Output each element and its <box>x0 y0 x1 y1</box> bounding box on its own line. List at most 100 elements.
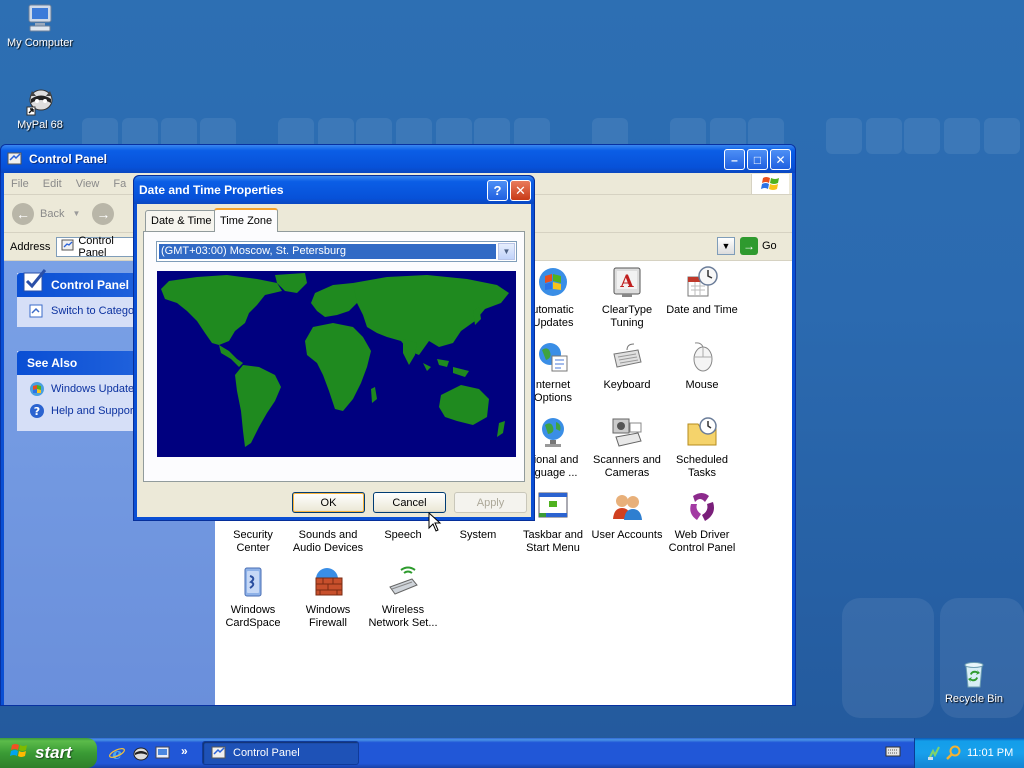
task-header-label: Control Panel <box>51 278 130 292</box>
cp-item-label: User Accounts <box>591 529 663 541</box>
menu-file[interactable]: File <box>4 178 36 190</box>
firewall-icon <box>311 565 345 599</box>
tab-time-zone[interactable]: Time Zone <box>214 208 279 232</box>
cp-item-label: Sounds and Audio Devices <box>292 529 364 554</box>
cp-item-scanners[interactable]: Scanners and Cameras <box>589 415 665 480</box>
taskbar: start e » Control Panel 11:01 PM <box>0 738 1024 768</box>
quicklaunch-more[interactable]: » <box>181 744 188 758</box>
cp-item-label: Web Driver Control Panel <box>668 529 736 554</box>
mouse-cursor-icon <box>428 511 442 535</box>
windows-flag-icon <box>10 742 30 765</box>
web-driver-icon <box>685 490 719 524</box>
cp-item-label: Security Center <box>233 529 273 554</box>
keyboard-tray-icon[interactable] <box>885 744 901 758</box>
time-zone-value: (GMT+03:00) Moscow, St. Petersburg <box>159 244 496 259</box>
user-accounts-icon <box>610 490 644 524</box>
recycle-bin-icon <box>958 658 990 690</box>
time-zone-select[interactable]: (GMT+03:00) Moscow, St. Petersburg ▼ <box>156 241 517 262</box>
cp-item-date-time[interactable]: Date and Time <box>664 265 740 317</box>
date-time-icon <box>685 265 719 299</box>
cp-item-web-driver[interactable]: Web Driver Control Panel <box>664 490 740 555</box>
minimize-button[interactable]: – <box>724 149 745 170</box>
menu-view[interactable]: View <box>69 178 107 190</box>
back-dropdown-icon[interactable]: ▼ <box>72 209 80 218</box>
cp-item-label: Windows Firewall <box>305 604 351 629</box>
cp-item-mouse[interactable]: Mouse <box>664 340 740 392</box>
go-button[interactable]: → Go <box>740 237 777 255</box>
chevron-down-icon[interactable]: ▼ <box>498 243 515 260</box>
address-input[interactable]: Control Panel <box>56 235 137 259</box>
taskbar-button-control-panel[interactable]: Control Panel <box>202 741 359 765</box>
date-time-properties-dialog: Date and Time Properties ? ✕ Date & Time… <box>133 175 535 521</box>
back-arrow-icon[interactable]: ← <box>12 202 34 225</box>
forward-arrow-icon[interactable]: → <box>92 202 115 225</box>
cp-item-cleartype[interactable]: A ClearType Tuning <box>589 265 665 330</box>
wireless-icon <box>386 565 420 599</box>
switch-view-label: Switch to Catego <box>51 305 135 317</box>
cp-item-label: Wireless Network Set... <box>368 604 438 629</box>
apply-button[interactable]: Apply <box>454 492 527 513</box>
cp-item-keyboard[interactable]: Keyboard <box>589 340 665 392</box>
start-label: start <box>35 743 72 762</box>
system-tray: 11:01 PM <box>914 738 1024 768</box>
control-panel-titlebar[interactable]: Control Panel – □ ✕ <box>1 145 795 173</box>
windows-flag-icon <box>751 174 789 194</box>
cp-item-cardspace[interactable]: Windows CardSpace <box>215 565 291 630</box>
control-panel-window-icon <box>7 150 23 169</box>
tab-date-time[interactable]: Date & Time <box>145 210 218 231</box>
mypal-quicklaunch-icon[interactable] <box>133 745 149 761</box>
my-computer-icon <box>24 2 56 34</box>
mouse-icon <box>685 340 719 374</box>
cp-item-label: System <box>459 529 497 541</box>
window-title: Control Panel <box>29 152 108 166</box>
internet-explorer-icon[interactable]: e <box>109 745 125 763</box>
network-icon[interactable] <box>927 745 943 764</box>
help-icon: ? <box>29 403 45 419</box>
tab-label: Time Zone <box>220 215 273 227</box>
ok-button[interactable]: OK <box>292 492 365 513</box>
help-button[interactable]: ? <box>487 180 508 201</box>
cp-item-label: Mouse <box>685 379 719 391</box>
switch-view-icon <box>29 303 45 319</box>
maximize-button[interactable]: □ <box>747 149 768 170</box>
show-desktop-icon[interactable] <box>155 745 171 761</box>
cp-item-firewall[interactable]: Windows Firewall <box>290 565 366 630</box>
dialog-titlebar[interactable]: Date and Time Properties ? ✕ <box>134 176 534 204</box>
world-map-image <box>157 271 516 457</box>
internet-options-icon <box>536 340 570 374</box>
back-button-label[interactable]: Back <box>40 208 64 220</box>
cp-item-label: ClearType Tuning <box>601 304 653 329</box>
cp-item-scheduled-tasks[interactable]: Scheduled Tasks <box>664 415 740 480</box>
close-dialog-button[interactable]: ✕ <box>510 180 531 201</box>
cp-item-user-accounts[interactable]: User Accounts <box>589 490 665 542</box>
search-icon[interactable] <box>945 745 961 764</box>
cp-item-wireless[interactable]: Wireless Network Set... <box>365 565 441 630</box>
cardspace-icon <box>236 565 270 599</box>
raccoon-browser-icon <box>24 84 56 116</box>
clock[interactable]: 11:01 PM <box>967 747 1013 759</box>
automatic-updates-icon <box>536 265 570 299</box>
desktop-icon-recycle-bin[interactable]: Recycle Bin <box>934 658 1014 705</box>
cp-item-label: Keyboard <box>603 379 651 391</box>
start-button[interactable]: start <box>0 738 97 768</box>
go-label: Go <box>762 240 777 252</box>
svg-text:A: A <box>619 272 634 292</box>
windows-update-icon <box>29 381 45 397</box>
address-dropdown-icon[interactable]: ▼ <box>717 237 735 255</box>
tab-label: Date & Time <box>151 215 212 227</box>
menu-edit[interactable]: Edit <box>36 178 69 190</box>
menu-favorites[interactable]: Fa <box>106 178 133 190</box>
desktop-icon-mypal[interactable]: MyPal 68 <box>0 84 80 131</box>
keyboard-icon <box>610 340 644 374</box>
dialog-body: Date & Time Time Zone (GMT+03:00) Moscow… <box>137 204 531 517</box>
world-map <box>157 271 516 457</box>
svg-text:e: e <box>112 745 122 761</box>
cp-item-label: Date and Time <box>666 304 738 316</box>
close-window-button[interactable]: ✕ <box>770 149 791 170</box>
desktop-icon-my-computer[interactable]: My Computer <box>0 2 80 49</box>
desktop-icon-label: My Computer <box>6 37 74 49</box>
windows-update-label: Windows Update <box>51 383 135 395</box>
cp-item-label: Windows CardSpace <box>225 604 281 629</box>
cancel-button[interactable]: Cancel <box>373 492 446 513</box>
see-also-label: See Also <box>27 356 78 370</box>
